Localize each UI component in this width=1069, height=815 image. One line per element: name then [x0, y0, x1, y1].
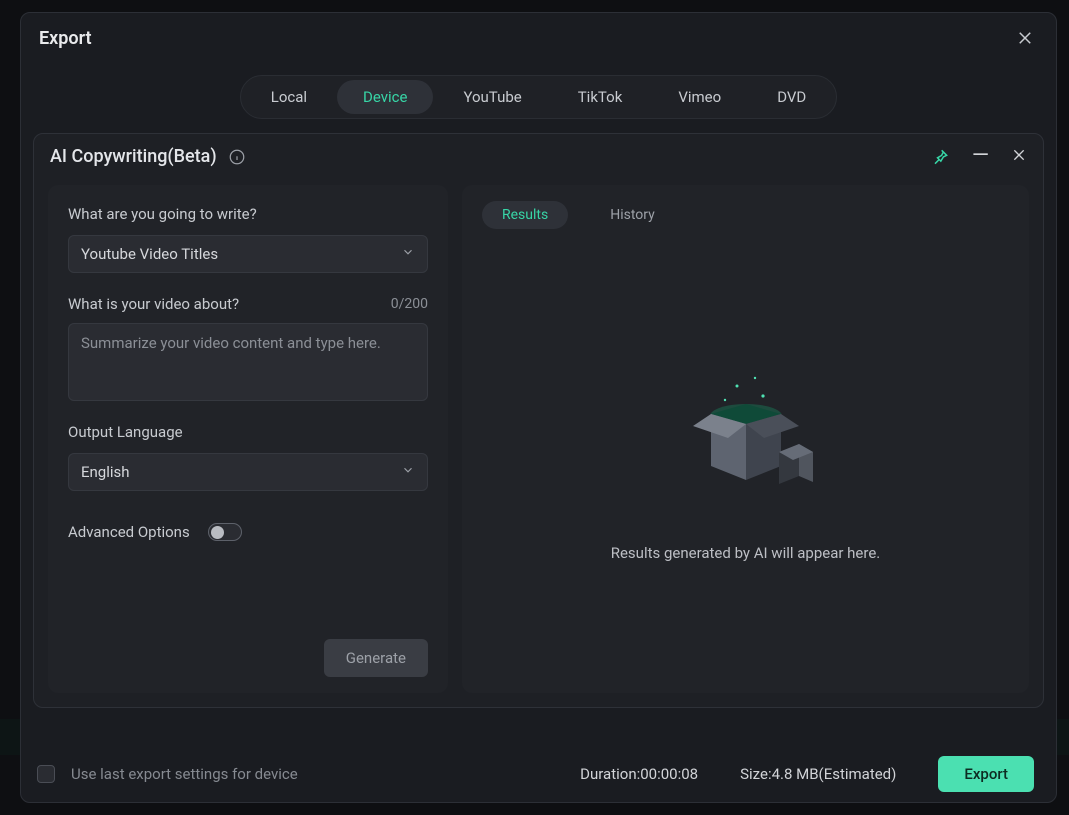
video-about-label: What is your video about? [68, 295, 239, 313]
write-type-value: Youtube Video Titles [81, 245, 218, 263]
char-count: 0/200 [391, 296, 428, 312]
export-header: Export [21, 13, 1056, 57]
video-about-textarea[interactable] [68, 323, 428, 401]
tab-vimeo[interactable]: Vimeo [652, 80, 747, 114]
close-icon [1016, 29, 1034, 47]
chevron-down-icon [401, 245, 415, 263]
output-language-value: English [81, 463, 130, 481]
tab-youtube[interactable]: YouTube [437, 80, 547, 114]
close-button[interactable] [1012, 25, 1038, 51]
export-tab-row: Local Device YouTube TikTok Vimeo DVD [21, 57, 1056, 127]
size-readout: Size:4.8 MB(Estimated) [740, 765, 896, 783]
ai-input-panel: What are you going to write? Youtube Vid… [48, 185, 448, 693]
use-last-settings-checkbox[interactable] [37, 765, 55, 783]
tab-dvd[interactable]: DVD [751, 80, 832, 114]
results-placeholder-text: Results generated by AI will appear here… [611, 544, 881, 562]
tab-tiktok[interactable]: TikTok [552, 80, 649, 114]
ai-results-panel: Results History [462, 185, 1029, 693]
output-language-label: Output Language [68, 423, 428, 441]
pin-button[interactable] [930, 147, 950, 167]
tab-local[interactable]: Local [245, 80, 333, 114]
export-button[interactable]: Export [938, 756, 1034, 792]
generate-button[interactable]: Generate [324, 639, 428, 677]
results-tab[interactable]: Results [482, 201, 568, 229]
write-type-select[interactable]: Youtube Video Titles [68, 235, 428, 273]
export-footer: Use last export settings for device Dura… [21, 738, 1056, 802]
export-dialog: Export Local Device YouTube TikTok Vimeo… [20, 12, 1057, 803]
use-last-settings-label: Use last export settings for device [71, 765, 298, 783]
advanced-options-label: Advanced Options [68, 523, 190, 541]
export-title: Export [39, 28, 92, 49]
toggle-knob [211, 526, 224, 539]
chevron-down-icon [401, 463, 415, 481]
ai-copywriting-panel: AI Copywriting(Beta) — What are you goin… [33, 133, 1044, 708]
ai-close-button[interactable] [1011, 147, 1027, 167]
history-tab[interactable]: History [590, 201, 675, 229]
tab-device[interactable]: Device [337, 80, 433, 114]
ai-panel-title: AI Copywriting(Beta) [50, 146, 217, 167]
advanced-options-toggle[interactable] [208, 523, 242, 541]
export-tabset: Local Device YouTube TikTok Vimeo DVD [240, 75, 838, 119]
info-icon[interactable] [227, 147, 247, 167]
duration-readout: Duration:00:00:08 [580, 765, 698, 783]
output-language-select[interactable]: English [68, 453, 428, 491]
ai-panel-header: AI Copywriting(Beta) — [34, 134, 1043, 179]
write-type-label: What are you going to write? [68, 205, 428, 223]
empty-box-icon [661, 356, 831, 516]
